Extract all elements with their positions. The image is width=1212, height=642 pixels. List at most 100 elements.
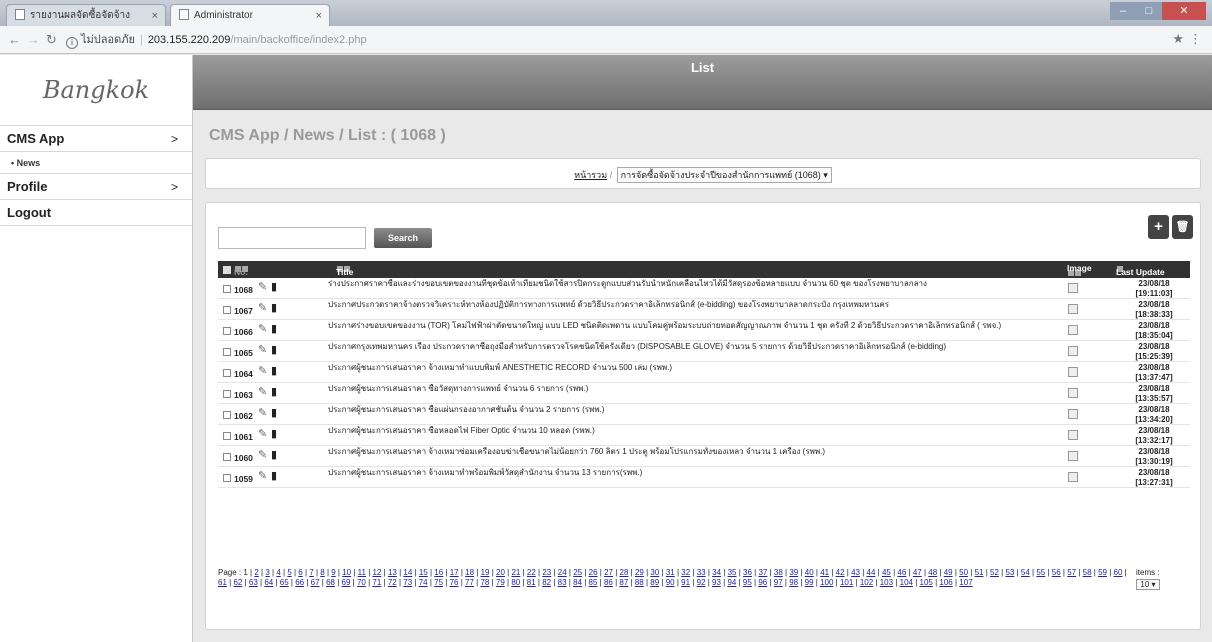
edit-icon[interactable]: ✎	[258, 324, 267, 335]
page-link[interactable]: 82	[542, 578, 551, 587]
page-link[interactable]: 86	[604, 578, 613, 587]
page-link[interactable]: 85	[589, 578, 598, 587]
page-link[interactable]: 106	[939, 578, 952, 587]
page-link[interactable]: 99	[805, 578, 814, 587]
filter-link[interactable]: หน้ารวม	[574, 170, 607, 180]
sidebar-item-profile[interactable]: Profile >	[0, 174, 192, 200]
items-per-page-select[interactable]: 10 ▾	[1136, 579, 1160, 590]
delete-button[interactable]: 🗑	[1172, 215, 1193, 239]
page-link[interactable]: 44	[867, 568, 876, 577]
browser-menu-icon[interactable]: ⋮	[1189, 31, 1202, 47]
page-link[interactable]: 104	[900, 578, 913, 587]
column-last-update[interactable]: Last Update	[1116, 264, 1165, 277]
page-link[interactable]: 90	[666, 578, 675, 587]
page-link[interactable]: 54	[1021, 568, 1030, 577]
page-link[interactable]: 60	[1114, 568, 1123, 577]
page-link[interactable]: 107	[959, 578, 972, 587]
url-field[interactable]: i ไม่ปลอดภัย | 203.155.220.209/main/backoff…	[66, 30, 1176, 50]
page-link[interactable]: 40	[805, 568, 814, 577]
trash-icon[interactable]: ▮	[271, 450, 277, 461]
page-link[interactable]: 73	[403, 578, 412, 587]
page-link[interactable]: 84	[573, 578, 582, 587]
column-no[interactable]: No.	[234, 264, 248, 277]
row-checkbox[interactable]	[223, 306, 231, 314]
page-link[interactable]: 6	[298, 568, 302, 577]
page-link[interactable]: 38	[774, 568, 783, 577]
page-link[interactable]: 62	[233, 578, 242, 587]
trash-icon[interactable]: ▮	[271, 324, 277, 335]
edit-icon[interactable]: ✎	[258, 387, 267, 398]
page-link[interactable]: 9	[331, 568, 335, 577]
trash-icon[interactable]: ▮	[271, 366, 277, 377]
page-link[interactable]: 63	[249, 578, 258, 587]
page-link[interactable]: 35	[728, 568, 737, 577]
page-link[interactable]: 66	[295, 578, 304, 587]
add-button[interactable]: +	[1148, 215, 1169, 239]
page-link[interactable]: 36	[743, 568, 752, 577]
page-link[interactable]: 102	[860, 578, 873, 587]
page-link[interactable]: 18	[465, 568, 474, 577]
row-title[interactable]: ประกาศกรุงเทพมหานคร เรื่อง ประกวดราคาซื้…	[328, 342, 1043, 361]
trash-icon[interactable]: ▮	[271, 387, 277, 398]
page-link[interactable]: 67	[311, 578, 320, 587]
page-link[interactable]: 74	[419, 578, 428, 587]
page-link[interactable]: 8	[320, 568, 324, 577]
row-title[interactable]: ประกาศประกวดราคาจ้างตรวจวิเคราะห์ทางห้อง…	[328, 300, 1043, 319]
page-link[interactable]: 33	[697, 568, 706, 577]
page-link[interactable]: 59	[1098, 568, 1107, 577]
page-link[interactable]: 80	[511, 578, 520, 587]
edit-icon[interactable]: ✎	[258, 282, 267, 293]
page-link[interactable]: 96	[758, 578, 767, 587]
trash-icon[interactable]: ▮	[271, 471, 277, 482]
trash-icon[interactable]: ▮	[271, 282, 277, 293]
row-title[interactable]: ประกาศผู้ชนะการเสนอราคา ซื้อแผ่นกรองอากา…	[328, 405, 1043, 424]
select-all-checkbox[interactable]	[223, 266, 231, 274]
page-link[interactable]: 12	[373, 568, 382, 577]
page-link[interactable]: 29	[635, 568, 644, 577]
reload-icon[interactable]: ↻	[46, 31, 57, 49]
page-link[interactable]: 64	[264, 578, 273, 587]
page-link[interactable]: 91	[681, 578, 690, 587]
page-link[interactable]: 47	[913, 568, 922, 577]
row-title[interactable]: ประกาศผู้ชนะการเสนอราคา ซื้อหลอดไฟ Fiber…	[328, 426, 1043, 445]
row-title[interactable]: ประกาศร่างขอบเขตของงาน (TOR) โคมไฟฟ้าผ่า…	[328, 321, 1043, 340]
page-link[interactable]: 105	[920, 578, 933, 587]
page-link[interactable]: 53	[1005, 568, 1014, 577]
column-image[interactable]: Image	[1067, 261, 1092, 277]
page-link[interactable]: 55	[1036, 568, 1045, 577]
page-link[interactable]: 22	[527, 568, 536, 577]
page-link[interactable]: 31	[666, 568, 675, 577]
close-window-icon[interactable]: ✕	[1162, 2, 1206, 20]
page-link[interactable]: 49	[944, 568, 953, 577]
page-link[interactable]: 57	[1067, 568, 1076, 577]
page-link[interactable]: 78	[480, 578, 489, 587]
page-link[interactable]: 14	[403, 568, 412, 577]
maximize-icon[interactable]: □	[1136, 2, 1162, 20]
edit-icon[interactable]: ✎	[258, 450, 267, 461]
page-link[interactable]: 1	[243, 568, 247, 577]
column-title[interactable]: Title	[336, 264, 353, 277]
page-link[interactable]: 81	[527, 578, 536, 587]
page-link[interactable]: 52	[990, 568, 999, 577]
page-link[interactable]: 89	[650, 578, 659, 587]
page-link[interactable]: 21	[511, 568, 520, 577]
page-link[interactable]: 5	[287, 568, 291, 577]
page-link[interactable]: 48	[928, 568, 937, 577]
page-link[interactable]: 103	[880, 578, 893, 587]
page-link[interactable]: 17	[450, 568, 459, 577]
page-link[interactable]: 83	[558, 578, 567, 587]
row-title[interactable]: ประกาศผู้ชนะการเสนอราคา จ้างเหมาทำแบบพิม…	[328, 363, 1043, 382]
page-link[interactable]: 94	[727, 578, 736, 587]
page-link[interactable]: 61	[218, 578, 227, 587]
info-icon[interactable]: i	[66, 37, 78, 49]
close-tab-icon[interactable]: ×	[152, 5, 158, 26]
close-tab-icon[interactable]: ×	[316, 5, 322, 26]
search-input[interactable]	[218, 227, 366, 249]
page-link[interactable]: 71	[372, 578, 381, 587]
row-title[interactable]: ประกาศผู้ชนะการเสนอราคา จ้างเหมาทำพร้อมพ…	[328, 468, 1043, 487]
row-checkbox[interactable]	[223, 369, 231, 377]
page-link[interactable]: 15	[419, 568, 428, 577]
category-select[interactable]: การจัดซื้อจัดจ้างประจำปีของสำนักการแพทย์…	[616, 167, 832, 183]
edit-icon[interactable]: ✎	[258, 366, 267, 377]
page-link[interactable]: 56	[1052, 568, 1061, 577]
